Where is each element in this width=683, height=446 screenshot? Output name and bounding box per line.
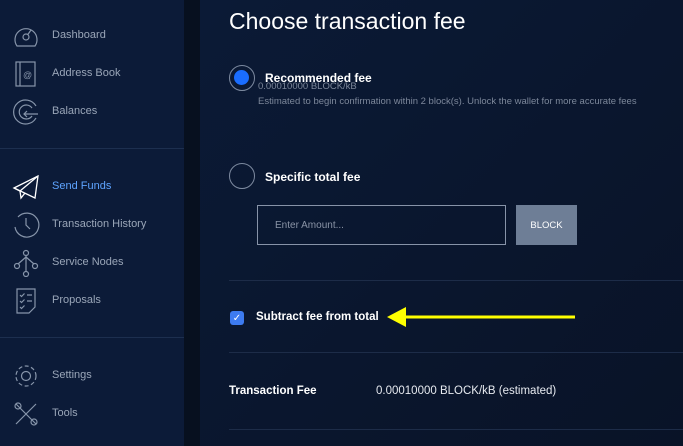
recommended-fee-note: Estimated to begin confirmation within 2… [258, 96, 637, 107]
divider [229, 429, 683, 430]
gear-icon [15, 365, 37, 387]
sidebar-item-settings[interactable]: Settings [0, 360, 184, 390]
currency-button[interactable]: BLOCK [516, 205, 577, 245]
subtract-fee-checkbox[interactable]: ✓ [230, 311, 244, 325]
sidebar: Dashboard @ Address Book Balances Send F… [0, 0, 184, 446]
balances-icon [13, 99, 38, 125]
divider [229, 280, 683, 281]
recommended-fee-radio[interactable] [229, 65, 255, 91]
tools-icon [14, 402, 38, 426]
send-icon [12, 174, 39, 200]
sidebar-item-send-funds[interactable]: Send Funds [0, 171, 184, 201]
sidebar-item-label: Transaction History [52, 218, 147, 230]
sidebar-item-balances[interactable]: Balances [0, 96, 184, 126]
dashboard-icon [14, 28, 38, 47]
sidebar-item-tools[interactable]: Tools [0, 398, 184, 428]
svg-text:@: @ [23, 70, 32, 80]
sidebar-item-label: Settings [52, 369, 92, 381]
proposals-icon [16, 288, 36, 314]
page-title: Choose transaction fee [229, 8, 466, 34]
fee-amount-input[interactable] [257, 205, 506, 245]
transaction-fee-value: 0.00010000 BLOCK/kB (estimated) [376, 385, 557, 397]
sidebar-edge [184, 0, 200, 446]
sidebar-item-label: Send Funds [52, 180, 112, 192]
divider [229, 352, 683, 353]
sidebar-item-service-nodes[interactable]: Service Nodes [0, 247, 184, 277]
transaction-fee-label: Transaction Fee [229, 385, 317, 397]
sidebar-item-label: Address Book [52, 67, 121, 79]
sidebar-item-label: Balances [52, 105, 98, 117]
sidebar-item-label: Service Nodes [52, 256, 124, 268]
address-book-icon: @ [15, 61, 36, 87]
sidebar-divider [0, 337, 184, 338]
radio-selected-dot [234, 70, 249, 85]
history-icon [14, 212, 40, 238]
recommended-fee-rate: 0.00010000 BLOCK/kB [258, 81, 357, 92]
nodes-icon [13, 249, 39, 277]
sidebar-item-address-book[interactable]: @ Address Book [0, 58, 184, 88]
sidebar-item-label: Dashboard [52, 29, 106, 41]
sidebar-item-dashboard[interactable]: Dashboard [0, 20, 184, 50]
specific-fee-label: Specific total fee [265, 170, 361, 184]
arrow-annotation-icon [387, 307, 575, 327]
specific-fee-radio[interactable] [229, 163, 255, 189]
sidebar-item-label: Proposals [52, 294, 101, 306]
subtract-fee-label: Subtract fee from total [256, 311, 379, 323]
sidebar-divider [0, 148, 184, 149]
sidebar-item-proposals[interactable]: Proposals [0, 285, 184, 315]
fee-panel: Choose transaction fee Recommended fee 0… [200, 0, 683, 446]
sidebar-item-label: Tools [52, 407, 78, 419]
sidebar-item-transaction-history[interactable]: Transaction History [0, 209, 184, 239]
